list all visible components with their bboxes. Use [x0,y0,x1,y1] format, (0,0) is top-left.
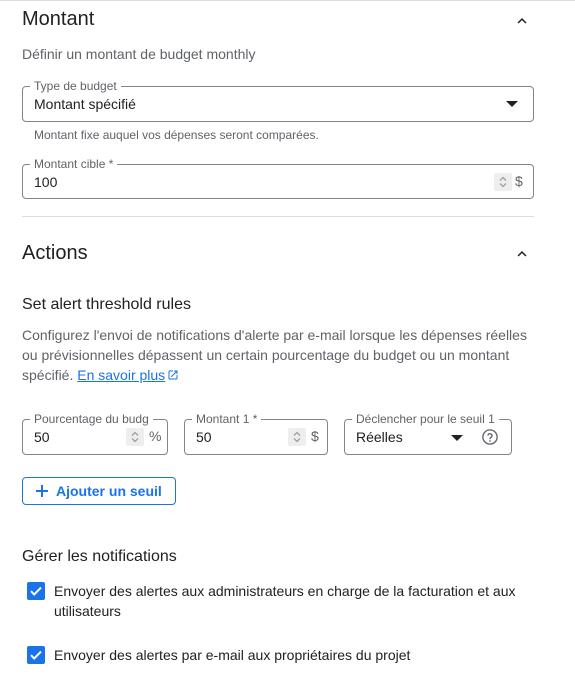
budget-type-hint: Montant fixe auquel vos dépenses seront … [34,128,319,142]
section-title-actions: Actions [22,242,88,264]
dropdown-arrow-icon [451,435,463,441]
trigger-label: Déclencher pour le seuil 1 [352,411,499,427]
add-threshold-button[interactable]: Ajouter un seuil [22,477,176,505]
threshold-description: Configurez l'envoi de notifications d'al… [22,325,534,385]
montant-subtitle: Définir un montant de budget monthly [22,46,256,62]
stepper-arrows-icon [293,431,301,443]
chevron-up-icon[interactable] [513,12,531,30]
threshold-amount-field[interactable]: Montant 1 * 50 $ [184,411,328,455]
budget-type-label: Type de budget [30,78,121,94]
amount-unit: $ [311,428,319,444]
threshold-heading: Set alert threshold rules [22,296,191,313]
threshold-amount-label: Montant 1 * [192,411,262,427]
target-amount-stepper[interactable] [494,173,512,191]
dropdown-arrow-icon [506,101,518,107]
percent-unit: % [149,428,162,444]
budget-type-select[interactable]: Type de budget Montant spécifié [22,78,534,122]
billing-admins-label: Envoyer des alertes aux administrateurs … [54,583,516,619]
percent-budget-label: Pourcentage du budg [30,411,153,427]
target-amount-field[interactable]: Montant cible * 100 $ [22,156,534,199]
threshold-amount-value: 50 [196,429,212,445]
percent-budget-field[interactable]: Pourcentage du budg 50 % [22,411,168,455]
billing-admins-checkbox[interactable] [27,582,45,600]
stepper-arrows-icon [499,176,507,188]
check-icon [30,586,42,596]
target-amount-unit: $ [515,173,523,189]
target-amount-value: 100 [34,174,58,190]
external-link-icon [168,370,178,380]
percent-budget-value: 50 [34,429,50,445]
amount-stepper[interactable] [288,428,306,446]
check-icon [30,650,42,660]
section-divider [22,216,534,217]
learn-more-link[interactable]: En savoir plus [77,367,179,383]
help-circle-icon[interactable] [481,428,499,446]
plus-icon [36,485,48,497]
percent-stepper[interactable] [126,428,144,446]
project-owners-label: Envoyer des alertes par e-mail aux propr… [54,647,411,663]
target-amount-label: Montant cible * [30,156,118,172]
trigger-value: Réelles [356,429,403,445]
learn-more-label: En savoir plus [77,367,166,383]
budget-type-value: Montant spécifié [34,96,136,112]
top-divider [0,0,575,1]
trigger-select[interactable]: Déclencher pour le seuil 1 Réelles [344,411,512,455]
add-threshold-label: Ajouter un seuil [56,483,162,499]
notifications-heading: Gérer les notifications [22,548,177,565]
stepper-arrows-icon [131,431,139,443]
section-title-montant: Montant [22,8,95,30]
project-owners-checkbox[interactable] [27,646,45,664]
chevron-up-icon[interactable] [513,245,531,263]
